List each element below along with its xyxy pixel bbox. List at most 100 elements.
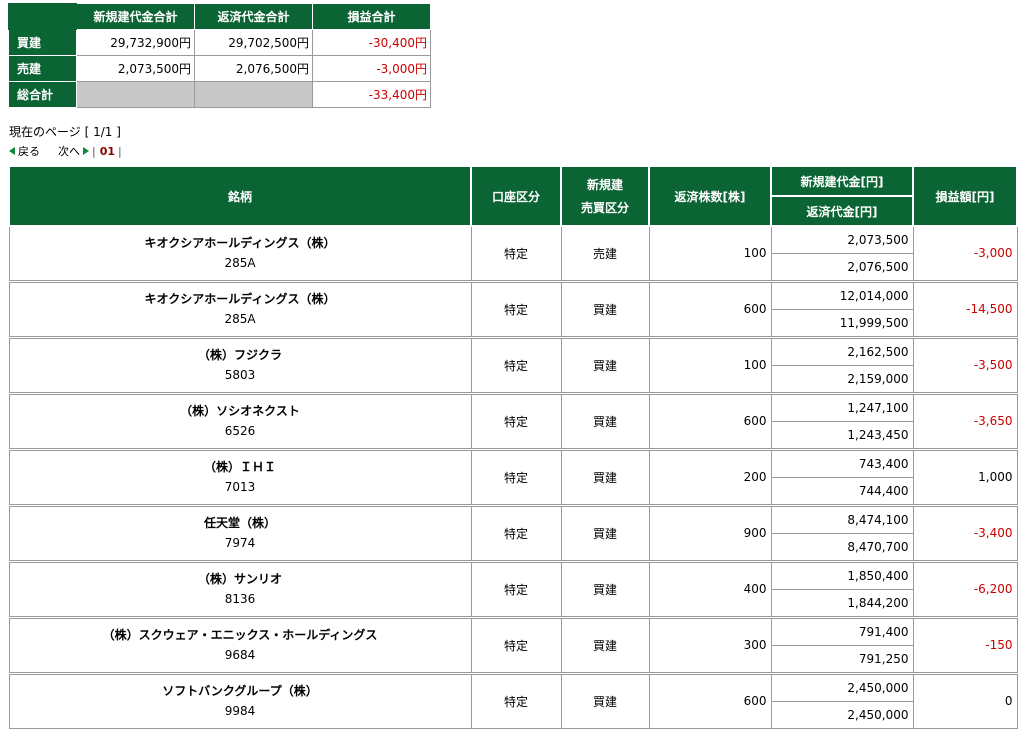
table-row: キオクシアホールディングス（株） 285A 特定 買建 600 12,014,000 -14… [8,281,1018,337]
table-row: （株）サンリオ 8136 特定 買建 400 1,850,400 -6,200 [8,561,1018,617]
new-amount: 743,400 [770,449,914,478]
trade-side: 買建 [560,561,650,617]
summary-row-sell: 売建 2,073,500円 2,076,500円 -3,000円 [8,55,431,82]
account-type: 特定 [470,505,562,561]
trade-side: 買建 [560,281,650,337]
new-amount: 1,247,100 [770,393,914,422]
stock-name: キオクシアホールディングス（株） [144,292,336,306]
new-amount: 1,850,400 [770,561,914,590]
summary-grand-pl-total: -33,400円 [312,81,431,108]
profit-loss: -6,200 [912,561,1018,617]
new-amount: 791,400 [770,617,914,646]
trade-side: 買建 [560,449,650,505]
stock-cell: 任天堂（株） 7974 [8,505,472,561]
profit-loss: -3,400 [912,505,1018,561]
summary-header-new-total: 新規建代金合計 [76,3,195,30]
repay-qty: 400 [648,561,772,617]
account-type: 特定 [470,393,562,449]
stock-cell: （株）ＩＨＩ 7013 [8,449,472,505]
prev-arrow-icon [9,147,15,155]
table-row: （株）ＩＨＩ 7013 特定 買建 200 743,400 1,000 [8,449,1018,505]
summary-new-total: 2,073,500円 [76,55,195,82]
next-page-link[interactable]: 次へ [58,143,80,159]
summary-row-grand: 総合計 -33,400円 [8,81,431,108]
repay-qty: 100 [648,337,772,393]
stock-name: （株）スクウェア・エニックス・ホールディングス [102,628,378,642]
trade-side: 買建 [560,617,650,673]
summary-repay-total: 29,702,500円 [194,29,313,56]
header-side-line2: 売買区分 [580,201,629,215]
header-side: 新規建 売買区分 [560,165,650,227]
new-amount: 2,162,500 [770,337,914,366]
table-row: （株）スクウェア・エニックス・ホールディングス 9684 特定 買建 300 791,40… [8,617,1018,673]
profit-loss: 1,000 [912,449,1018,505]
trade-side: 買建 [560,337,650,393]
repay-amount: 2,159,000 [770,364,914,393]
stock-cell: （株）フジクラ 5803 [8,337,472,393]
table-row: （株）ソシオネクスト 6526 特定 買建 600 1,247,100 -3,650 [8,393,1018,449]
stock-code: 9984 [224,704,256,718]
table-row: キオクシアホールディングス（株） 285A 特定 売建 100 2,073,500 -3,0… [8,225,1018,281]
stock-cell: （株）スクウェア・エニックス・ホールディングス 9684 [8,617,472,673]
summary-table: 新規建代金合計 返済代金合計 損益合計 買建 29,732,900円 29,70… [8,3,431,108]
stock-name: （株）フジクラ [197,348,282,362]
prev-page-link[interactable]: 戻る [18,143,40,159]
summary-empty-cell [194,81,313,108]
trade-side: 売建 [560,225,650,281]
positions-body: キオクシアホールディングス（株） 285A 特定 売建 100 2,073,500 -3,0… [8,225,1018,729]
stock-code: 7013 [224,480,256,494]
page-number-link[interactable]: 01 [100,145,115,158]
repay-qty: 600 [648,393,772,449]
pager: 戻る 次へ | 01 | [9,143,122,159]
summary-grand-label: 総合計 [8,81,77,108]
stock-code: 5803 [224,368,256,382]
profit-loss: 0 [912,673,1018,729]
repay-amount: 2,450,000 [770,700,914,729]
repay-amount: 744,400 [770,476,914,505]
summary-row-label: 売建 [8,55,77,82]
account-type: 特定 [470,617,562,673]
stock-code: 9684 [224,648,256,662]
stock-name: 任天堂（株） [203,516,276,530]
summary-header-pl-total: 損益合計 [312,3,431,30]
account-type: 特定 [470,337,562,393]
stock-name: （株）ＩＨＩ [203,460,276,474]
stock-cell: （株）サンリオ 8136 [8,561,472,617]
profit-loss: -150 [912,617,1018,673]
header-name: 銘柄 [8,165,472,227]
table-row: ソフトバンクグループ（株） 9984 特定 買建 600 2,450,000 0 [8,673,1018,729]
summary-empty-cell [76,81,195,108]
stock-cell: ソフトバンクグループ（株） 9984 [8,673,472,729]
trade-side: 買建 [560,393,650,449]
header-qty: 返済株数[株] [648,165,772,227]
summary-header-row: 新規建代金合計 返済代金合計 損益合計 [8,3,431,30]
new-amount: 2,450,000 [770,673,914,702]
repay-amount: 1,243,450 [770,420,914,449]
positions-table: 銘柄 口座区分 新規建 売買区分 返済株数[株] 新規建代金[円] 損益額[円]… [8,165,1018,729]
profit-loss: -3,500 [912,337,1018,393]
table-row: 任天堂（株） 7974 特定 買建 900 8,474,100 -3,400 [8,505,1018,561]
summary-row-label: 買建 [8,29,77,56]
trade-side: 買建 [560,673,650,729]
trade-side: 買建 [560,505,650,561]
stock-name: キオクシアホールディングス（株） [144,236,336,251]
new-amount: 2,073,500 [770,225,914,254]
stock-code: 8136 [224,592,256,606]
header-repay-amount: 返済代金[円] [770,195,914,227]
stock-cell: キオクシアホールディングス（株） 285A [8,225,472,281]
repay-amount: 8,470,700 [770,532,914,561]
header-pl: 損益額[円] [912,165,1018,227]
repay-qty: 100 [648,225,772,281]
account-type: 特定 [470,281,562,337]
pager-divider: | [118,144,122,158]
stock-name: （株）サンリオ [197,572,282,586]
new-amount: 12,014,000 [770,281,914,310]
repay-qty: 600 [648,281,772,337]
stock-code: 6526 [224,424,256,438]
stock-cell: キオクシアホールディングス（株） 285A [8,281,472,337]
table-header-row: 銘柄 口座区分 新規建 売買区分 返済株数[株] 新規建代金[円] 損益額[円] [8,165,1018,227]
repay-qty: 600 [648,673,772,729]
new-amount: 8,474,100 [770,505,914,534]
account-type: 特定 [470,225,562,281]
summary-pl-total: -3,000円 [312,55,431,82]
